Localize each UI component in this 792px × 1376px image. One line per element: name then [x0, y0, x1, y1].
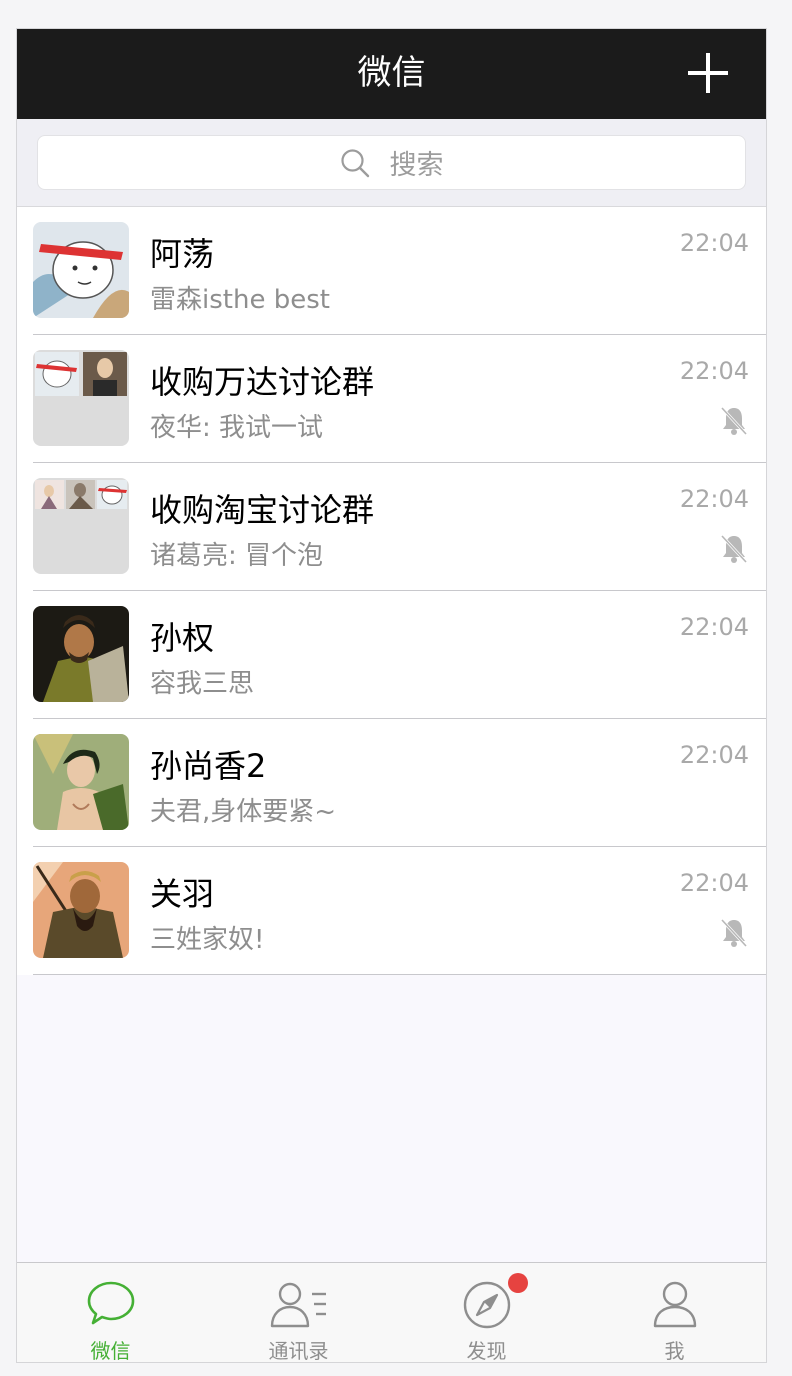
tab-me[interactable]: 我: [581, 1263, 766, 1363]
search-icon: [340, 148, 369, 177]
chat-row[interactable]: 阿荡 雷森isthe best 22:04: [17, 207, 766, 335]
phone-screen: 微信 搜索 阿荡 雷森isthe best 22:04 收购万达讨论群 夜华: …: [16, 28, 767, 1363]
chat-time: 22:04: [679, 741, 749, 769]
chat-row[interactable]: 关羽 三姓家奴! 22:04: [17, 847, 766, 975]
muted-bell-icon: [720, 918, 748, 948]
group-avatar: [33, 478, 129, 574]
search-bar: 搜索: [17, 119, 766, 207]
muted-bell-icon: [720, 534, 748, 564]
navigation-bar: 微信: [17, 29, 766, 119]
contacts-icon: [270, 1282, 326, 1328]
avatar: [33, 862, 129, 958]
chat-time: 22:04: [679, 229, 749, 257]
tab-discover[interactable]: 发现: [393, 1263, 580, 1363]
chat-name: 阿荡: [150, 235, 215, 273]
chat-row[interactable]: 孙权 容我三思 22:04: [17, 591, 766, 719]
muted-bell-icon: [720, 406, 748, 436]
tab-label: 我: [664, 1339, 685, 1363]
avatar: [33, 222, 129, 318]
chat-time: 22:04: [679, 485, 749, 513]
chat-time: 22:04: [679, 613, 749, 641]
compass-icon: [463, 1281, 510, 1329]
page-title: 微信: [357, 53, 426, 93]
chat-list: 阿荡 雷森isthe best 22:04 收购万达讨论群 夜华: 我试一试 2…: [17, 207, 766, 975]
group-avatar: [33, 350, 129, 446]
chat-row[interactable]: 收购万达讨论群 夜华: 我试一试 22:04: [17, 335, 766, 463]
tab-label: 发现: [466, 1339, 507, 1363]
tab-label: 微信: [90, 1339, 131, 1363]
chat-name: 孙尚香2: [150, 747, 267, 785]
avatar: [33, 734, 129, 830]
chat-preview: 容我三思: [150, 669, 255, 699]
chat-time: 22:04: [679, 869, 749, 897]
row-divider: [33, 974, 766, 975]
chat-row[interactable]: 孙尚香2 夫君,身体要紧~ 22:04: [17, 719, 766, 847]
tab-contacts[interactable]: 通讯录: [205, 1263, 392, 1363]
person-icon: [653, 1281, 696, 1328]
chat-name: 收购淘宝讨论群: [150, 491, 375, 529]
chat-preview: 夜华: 我试一试: [150, 413, 324, 443]
chat-name: 孙权: [150, 619, 215, 657]
chat-time: 22:04: [679, 357, 749, 385]
tab-label: 通讯录: [268, 1339, 329, 1363]
notification-badge-dot: [508, 1273, 528, 1293]
avatar: [33, 606, 129, 702]
chat-preview: 雷森isthe best: [150, 285, 330, 315]
add-plus-icon[interactable]: [688, 53, 728, 93]
chat-row[interactable]: 收购淘宝讨论群 诸葛亮: 冒个泡 22:04: [17, 463, 766, 591]
search-placeholder: 搜索: [389, 150, 444, 181]
chat-bubble-icon: [87, 1281, 134, 1325]
tab-chats[interactable]: 微信: [17, 1263, 204, 1363]
chat-name: 关羽: [150, 875, 215, 913]
chat-preview: 诸葛亮: 冒个泡: [150, 541, 324, 571]
search-input[interactable]: 搜索: [37, 135, 746, 190]
chat-name: 收购万达讨论群: [150, 363, 375, 401]
chat-preview: 三姓家奴!: [150, 925, 265, 955]
tab-bar: 微信 通讯录 发现 我: [17, 1262, 766, 1362]
chat-preview: 夫君,身体要紧~: [150, 797, 337, 827]
